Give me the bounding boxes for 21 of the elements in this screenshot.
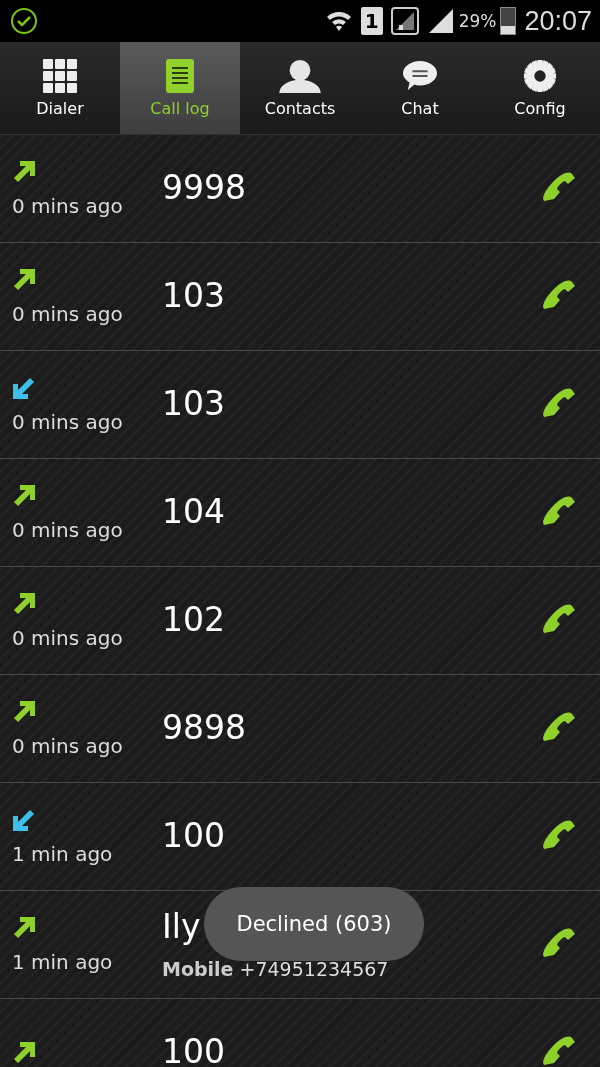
- caller-name: Ily: [162, 909, 201, 946]
- call-time: 0 mins ago: [12, 301, 124, 326]
- caller-name: 100: [162, 1034, 225, 1067]
- caller-name: 9998: [162, 170, 246, 207]
- caller-name: 104: [162, 494, 225, 531]
- caller-name: 103: [162, 278, 225, 315]
- call-time: 0 mins ago: [12, 625, 124, 650]
- call-time: 1 min ago: [12, 841, 114, 866]
- clock: 20:07: [524, 5, 592, 37]
- call-time: 0 mins ago: [12, 193, 124, 218]
- sim-icon: 1: [360, 7, 383, 35]
- battery-percent: 29%: [458, 11, 497, 31]
- caller-name: 9898: [162, 710, 246, 747]
- call-time: 0 mins ago: [12, 733, 124, 758]
- declined-toast: Declined (603): [204, 887, 424, 961]
- call-time: 1 min ago: [12, 949, 114, 974]
- call-time: 0 mins ago: [12, 517, 124, 542]
- caller-name: 103: [162, 386, 225, 423]
- call-time: 0 mins ago: [12, 409, 124, 434]
- caller-name: 100: [162, 818, 225, 855]
- caller-name: 102: [162, 602, 225, 639]
